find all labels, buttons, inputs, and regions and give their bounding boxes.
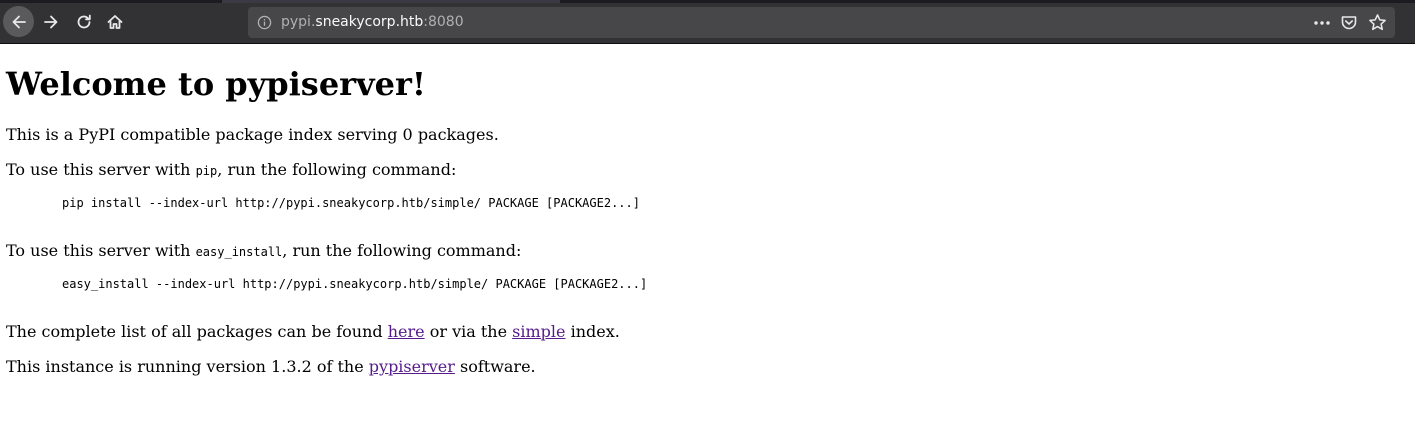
info-icon[interactable] <box>257 15 272 30</box>
url-subdomain: pypi. <box>281 14 316 30</box>
version-text-after: software. <box>454 357 536 376</box>
forward-button[interactable] <box>36 7 66 37</box>
easy-install-instructions: To use this server with easy_install, ru… <box>6 241 521 262</box>
pocket-icon[interactable] <box>1340 14 1358 32</box>
pypiserver-link[interactable]: pypiserver <box>369 357 455 376</box>
back-button[interactable] <box>3 6 34 37</box>
tab-strip <box>0 0 1415 3</box>
forward-arrow-icon <box>44 15 58 29</box>
reload-button[interactable] <box>69 7 99 37</box>
easy-install-text-before: To use this server with <box>6 241 196 260</box>
pip-command: pip install --index-url http://pypi.snea… <box>62 196 640 210</box>
simple-link[interactable]: simple <box>512 322 565 341</box>
easy-install-code: easy_install <box>195 245 283 259</box>
pip-code: pip <box>195 164 218 178</box>
intro-text: This is a PyPI compatible package index … <box>6 125 499 144</box>
browser-toolbar: pypi.sneakycorp.htb:8080 <box>0 0 1415 44</box>
pip-text-after: , run the following command: <box>217 160 457 179</box>
version-text-before: This instance is running version 1.3.2 o… <box>6 357 369 376</box>
star-icon[interactable] <box>1368 13 1387 32</box>
url-bar[interactable]: pypi.sneakycorp.htb:8080 <box>248 7 1395 38</box>
packages-text-before: The complete list of all packages can be… <box>6 322 388 341</box>
url-port: :8080 <box>423 14 464 30</box>
url-domain: sneakycorp.htb <box>315 14 424 30</box>
back-arrow-icon <box>12 15 26 28</box>
pip-instructions: To use this server with pip, run the fol… <box>6 160 456 181</box>
page-title: Welcome to pypiserver! <box>6 65 426 103</box>
easy-install-text-after: , run the following command: <box>282 241 522 260</box>
active-tab-indicator[interactable] <box>222 0 560 3</box>
home-icon <box>107 15 123 29</box>
here-link[interactable]: here <box>388 322 425 341</box>
version-text: This instance is running version 1.3.2 o… <box>6 357 536 377</box>
packages-text-after: index. <box>565 322 620 341</box>
home-button[interactable] <box>100 7 130 37</box>
packages-text-middle: or via the <box>424 322 513 341</box>
more-horizontal-icon[interactable] <box>1313 15 1331 31</box>
packages-list-text: The complete list of all packages can be… <box>6 322 620 342</box>
pip-text-before: To use this server with <box>6 160 196 179</box>
easy-install-command: easy_install --index-url http://pypi.sne… <box>62 277 648 291</box>
url-text[interactable]: pypi.sneakycorp.htb:8080 <box>281 7 464 38</box>
reload-icon <box>77 14 91 29</box>
